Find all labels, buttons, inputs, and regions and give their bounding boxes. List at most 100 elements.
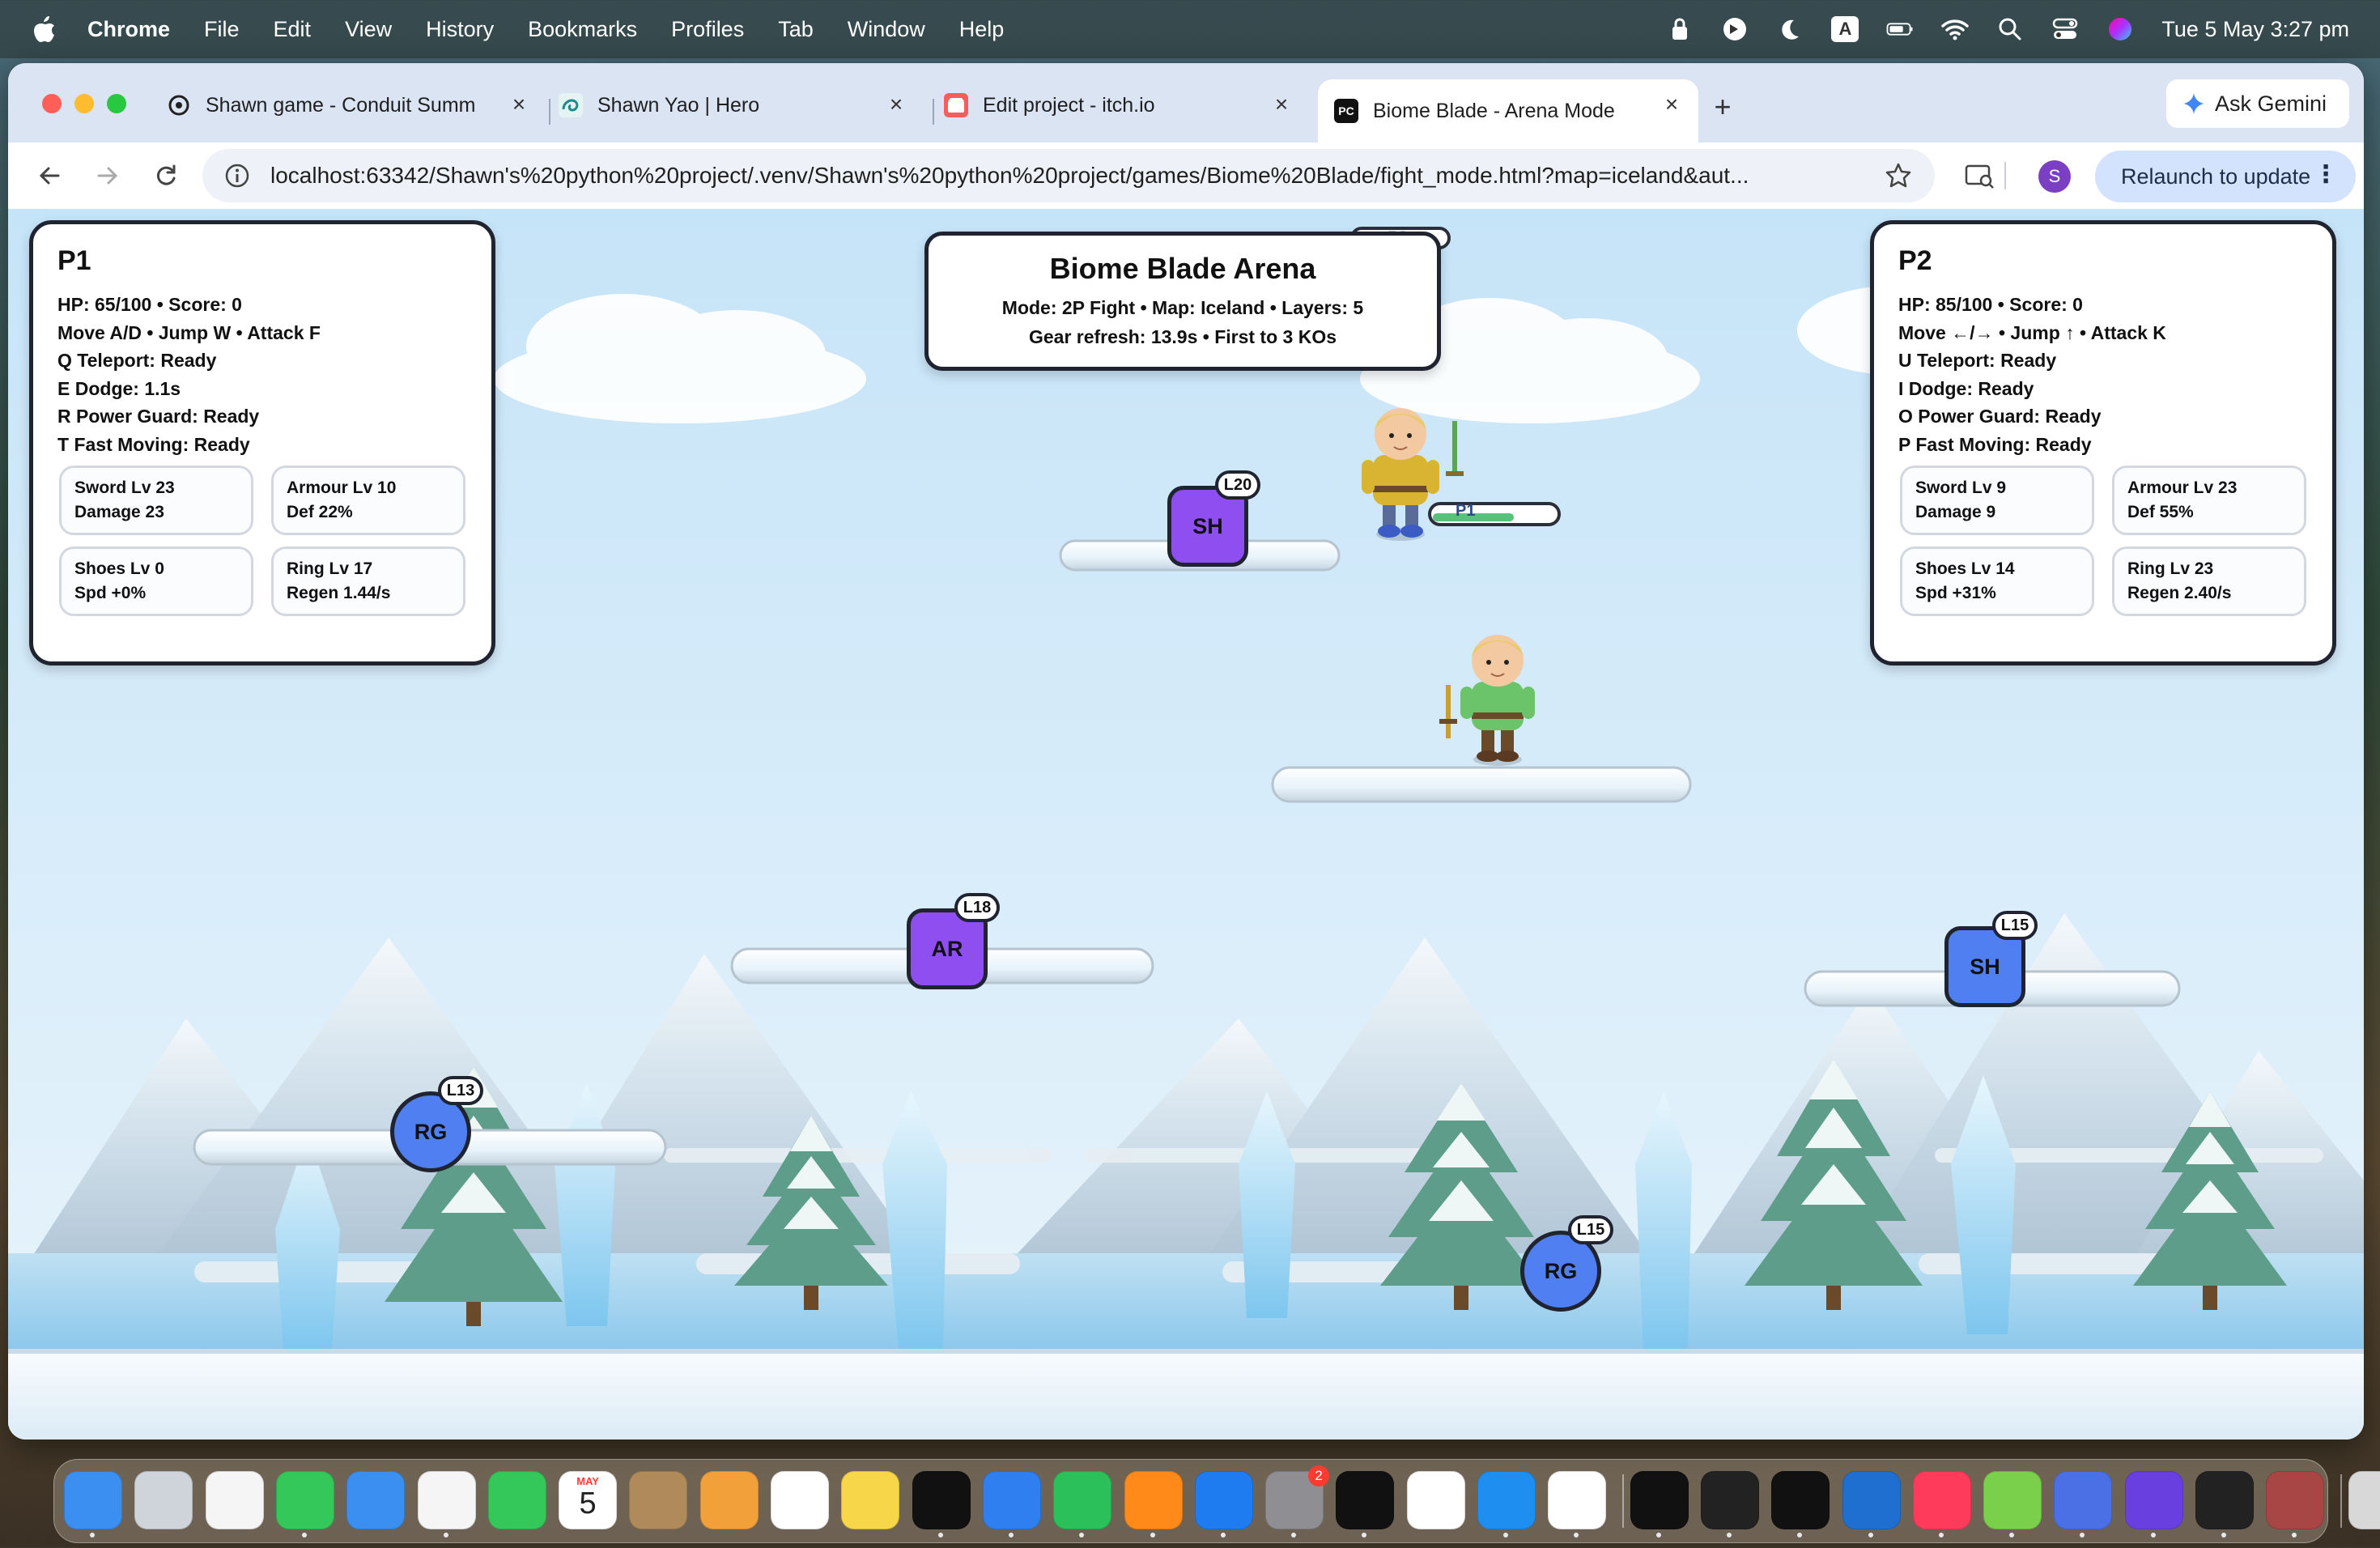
dock-running-indicator xyxy=(1079,1533,1085,1537)
address-bar[interactable]: localhost:63342/Shawn's%20python%20proje… xyxy=(202,149,1935,202)
tab-shawn-yao-hero[interactable]: Shawn Yao | Hero × xyxy=(559,79,923,131)
site-info-icon[interactable] xyxy=(223,162,251,189)
dock-calendar-icon[interactable]: MAY 5 xyxy=(559,1471,618,1529)
menu-app-name[interactable]: Chrome xyxy=(87,17,170,42)
dock-inkscape-icon[interactable] xyxy=(1700,1471,1759,1529)
dock-reminders-icon[interactable] xyxy=(771,1471,829,1529)
gear-stat: Regen 1.44/s xyxy=(287,584,391,602)
dock-notes-icon[interactable] xyxy=(841,1471,900,1529)
menu-profiles[interactable]: Profiles xyxy=(671,17,744,42)
gear-name: Shoes Lv 14 xyxy=(1915,559,2015,578)
menu-tab[interactable]: Tab xyxy=(778,17,814,42)
close-tab-icon[interactable]: × xyxy=(1268,91,1295,118)
dock-terminal-icon[interactable] xyxy=(1336,1471,1395,1529)
dock-tunnel-icon[interactable] xyxy=(2195,1471,2254,1529)
game-canvas[interactable]: P1 P2 P1 HP: 65/100 • Score: 0 Move A/D … xyxy=(8,209,2364,1440)
menu-view[interactable]: View xyxy=(345,17,392,42)
dock-chrome-icon[interactable] xyxy=(1548,1471,1607,1529)
close-tab-icon[interactable]: × xyxy=(505,91,533,118)
input-source-icon[interactable]: A xyxy=(1831,15,1859,43)
dock-running-indicator xyxy=(1574,1533,1579,1537)
dock-contacts-icon[interactable] xyxy=(629,1471,688,1529)
spotlight-search-icon[interactable] xyxy=(1996,15,2024,43)
fullscreen-window-button[interactable] xyxy=(107,94,126,113)
gear-pickup-ring: RG L15 xyxy=(1520,1215,1613,1312)
menu-window[interactable]: Window xyxy=(848,17,925,42)
dock-imovie-icon[interactable] xyxy=(2124,1471,2183,1529)
forward-button[interactable] xyxy=(89,157,126,194)
dock-trash-icon[interactable] xyxy=(2348,1471,2380,1529)
lock-status-icon[interactable] xyxy=(1666,15,1694,43)
bookmark-star-icon[interactable] xyxy=(1885,162,1912,189)
dock-keynote-icon[interactable] xyxy=(982,1471,1041,1529)
reload-button[interactable] xyxy=(147,157,185,194)
new-tab-button[interactable]: + xyxy=(1706,90,1739,123)
dock-facetime-icon[interactable] xyxy=(487,1471,546,1529)
dock-pycharm-icon[interactable] xyxy=(1630,1471,1689,1529)
tab-itch-io[interactable]: Edit project - itch.io × xyxy=(944,79,1308,131)
dock-running-indicator xyxy=(1655,1533,1661,1537)
profile-avatar[interactable]: S xyxy=(2038,160,2071,193)
dock-safari-icon[interactable] xyxy=(1477,1471,1536,1529)
dock-cloud-icon[interactable] xyxy=(1406,1471,1465,1529)
dock-app-store-icon[interactable] xyxy=(1194,1471,1253,1529)
tab-shawn-game[interactable]: Shawn game - Conduit Summ × xyxy=(167,79,546,131)
menu-help[interactable]: Help xyxy=(959,17,1005,42)
dock-preview-icon[interactable] xyxy=(2054,1471,2113,1529)
ask-gemini-button[interactable]: Ask Gemini xyxy=(2166,79,2349,128)
moon-focus-icon[interactable] xyxy=(1776,15,1804,43)
dock-running-indicator xyxy=(1938,1533,1944,1537)
input-source-label: A xyxy=(1831,16,1859,42)
dock-tv-icon[interactable] xyxy=(912,1471,971,1529)
close-tab-icon[interactable]: × xyxy=(882,91,910,118)
menubar-datetime[interactable]: Tue 5 May 3:27 pm xyxy=(2161,17,2349,42)
back-button[interactable] xyxy=(31,157,68,194)
dock-launchpad-icon[interactable] xyxy=(134,1471,193,1529)
gear-name: Ring Lv 17 xyxy=(287,559,373,578)
dock-numbers-icon[interactable] xyxy=(1053,1471,1112,1529)
tab-biome-blade-arena[interactable]: PC Biome Blade - Arena Mode × xyxy=(1318,79,1698,142)
dock-running-indicator xyxy=(937,1533,943,1537)
dock-freeform-icon[interactable] xyxy=(205,1471,264,1529)
cast-lens-icon[interactable] xyxy=(1964,160,1996,193)
openai-icon xyxy=(167,93,191,117)
more-menu-icon[interactable]: ⋮ xyxy=(2314,160,2338,189)
control-center-icon[interactable] xyxy=(2051,15,2079,43)
close-window-button[interactable] xyxy=(42,94,62,113)
apple-menu-icon[interactable] xyxy=(32,15,60,43)
close-tab-icon[interactable]: × xyxy=(1658,91,1685,118)
dock-finder-icon[interactable] xyxy=(64,1471,122,1529)
gear-pickup-armour: AR L18 xyxy=(907,893,1000,989)
gear-pickup-level: L15 xyxy=(1568,1215,1613,1244)
minimize-window-button[interactable] xyxy=(74,94,94,113)
siri-icon[interactable] xyxy=(2106,15,2134,43)
calendar-month: MAY xyxy=(576,1475,599,1487)
cursor-app-icon[interactable] xyxy=(1721,15,1749,43)
dock-activity-monitor-icon[interactable] xyxy=(1771,1471,1830,1529)
menu-edit[interactable]: Edit xyxy=(274,17,312,42)
dock-system-settings-icon[interactable]: 2 xyxy=(1265,1465,1330,1529)
ground xyxy=(8,1352,2364,1440)
dock-app-icon[interactable] xyxy=(1983,1471,2042,1529)
dock-messages-icon[interactable] xyxy=(275,1471,334,1529)
dock-running-indicator xyxy=(301,1533,307,1537)
dock-vs-code-icon[interactable] xyxy=(1842,1471,1901,1529)
menu-history[interactable]: History xyxy=(426,17,494,42)
dock-sublime-text-icon[interactable] xyxy=(1124,1471,1183,1529)
p2-ring-card: Ring Lv 23 Regen 2.40/s xyxy=(2112,546,2306,616)
relaunch-to-update-button[interactable]: Relaunch to update ⋮ xyxy=(2095,151,2356,202)
menu-bookmarks[interactable]: Bookmarks xyxy=(528,17,637,42)
dock-photos-icon[interactable] xyxy=(417,1471,476,1529)
url-text[interactable]: localhost:63342/Shawn's%20python%20proje… xyxy=(270,163,1825,189)
battery-icon[interactable] xyxy=(1886,15,1914,43)
dock-pages-icon[interactable] xyxy=(699,1471,759,1529)
p2-armour-card: Armour Lv 23 Def 55% xyxy=(2112,466,2306,535)
dock-running-indicator xyxy=(1797,1533,1803,1537)
gear-pickup-level: L18 xyxy=(954,893,1000,922)
menu-file[interactable]: File xyxy=(204,17,240,42)
dock-dictionary-icon[interactable] xyxy=(2266,1471,2325,1529)
wifi-icon[interactable] xyxy=(1941,15,1970,43)
dock-mail-icon[interactable] xyxy=(346,1471,406,1529)
dock-music-icon[interactable] xyxy=(1912,1471,1971,1529)
toolbar-divider xyxy=(2004,162,2006,189)
